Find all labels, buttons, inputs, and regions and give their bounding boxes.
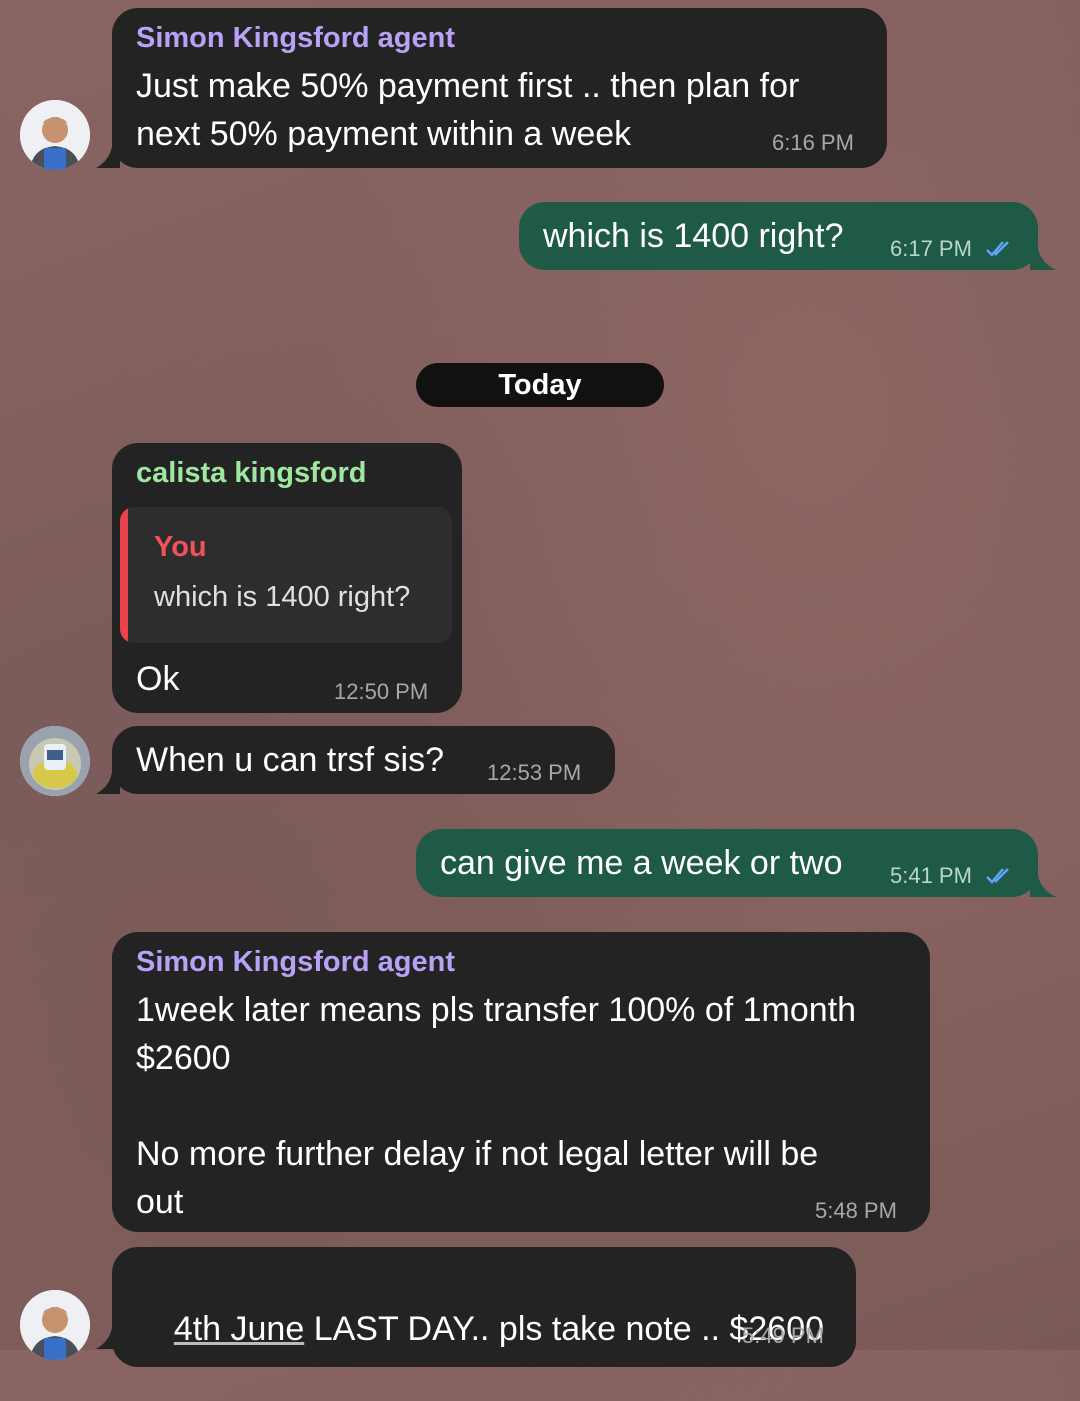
message-bubble-3[interactable]: calista kingsford You which is 1400 righ… [112, 443, 462, 713]
message-text: Just make 50% payment first .. then plan… [136, 67, 800, 153]
message-text: When u can trsf sis? [136, 741, 445, 779]
bubble-tail-icon [96, 772, 120, 794]
message-time: 6:16 PM [772, 130, 854, 155]
message-time: 5:48 PM [815, 1198, 897, 1223]
bubble-tail-icon [1030, 875, 1056, 897]
message-time: 5:41 PM [890, 863, 972, 888]
message-time: 12:53 PM [487, 760, 582, 785]
sender-name: calista kingsford [136, 457, 367, 489]
message-bubble-5[interactable]: can give me a week or two 5:41 PM [416, 829, 1056, 897]
message-time: 5:49 PM [742, 1323, 824, 1348]
message-bubble-2[interactable]: which is 1400 right? 6:17 PM [519, 202, 1056, 270]
message-time: 6:17 PM [890, 236, 972, 261]
message-text: 1week later means pls transfer 100% of 1… [136, 991, 857, 1221]
reply-quote[interactable]: You which is 1400 right? [120, 507, 452, 643]
avatar-simon[interactable] [20, 100, 90, 170]
date-separator: Today [416, 363, 664, 407]
quote-text: which is 1400 right? [154, 581, 411, 613]
message-text: can give me a week or two [440, 844, 843, 882]
message-bubble-7[interactable]: 4th June LAST DAY.. pls take note .. $26… [96, 1247, 856, 1367]
sender-name: Simon Kingsford agent [136, 946, 455, 978]
double-check-icon [986, 868, 1009, 884]
bubble-tail-icon [96, 1327, 120, 1349]
quote-author: You [154, 531, 207, 563]
message-bubble-1[interactable]: Simon Kingsford agent Just make 50% paym… [96, 8, 887, 168]
message-time: 12:50 PM [334, 679, 429, 704]
quote-accent-bar [120, 507, 128, 643]
sender-name: Simon Kingsford agent [136, 22, 455, 54]
message-bubble-4[interactable]: When u can trsf sis? 12:53 PM [96, 726, 615, 794]
double-check-icon [986, 241, 1009, 257]
avatar-calista[interactable] [20, 726, 90, 796]
bubble-tail-icon [1030, 248, 1056, 270]
message-text: 4th June LAST DAY.. pls take note .. $26… [136, 1257, 824, 1401]
message-text: Ok [136, 660, 180, 698]
bubble-tail-icon [96, 146, 120, 168]
message-text: which is 1400 right? [543, 217, 844, 255]
message-bubble-6[interactable]: Simon Kingsford agent 1week later means … [112, 932, 930, 1232]
date-link[interactable]: 4th June [174, 1310, 304, 1348]
